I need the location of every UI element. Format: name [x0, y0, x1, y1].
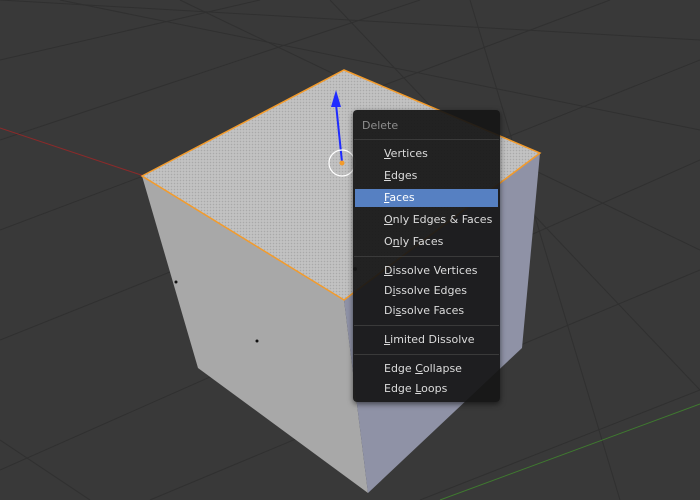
menu-item-label-part: dges — [390, 169, 418, 182]
menu-item-label-part: ly Faces — [399, 235, 444, 248]
menu-item-mnemonic: V — [384, 147, 391, 160]
menu-item-label-part: ertices — [390, 147, 428, 160]
vertex-dot — [255, 339, 259, 343]
menu-item-mnemonic: O — [384, 213, 393, 226]
menu-item-edges[interactable]: Edges — [355, 167, 498, 185]
pivot-point-icon — [339, 160, 345, 166]
menu-item-label-part: Edge — [384, 382, 416, 395]
menu-item-label-part: Di — [384, 304, 396, 317]
menu-item-mnemonic: n — [392, 235, 400, 248]
menu-title: Delete — [362, 119, 399, 132]
menu-item-label-part: ollapse — [422, 362, 462, 375]
menu-item-label-part: oops — [421, 382, 448, 395]
delete-menu: Delete Vertices Edges Faces Only Edges & Fa… — [353, 110, 500, 402]
menu-item-label-part: nly Edges & Faces — [392, 213, 493, 226]
menu-item-limited-dissolve[interactable]: Limited Dissolve — [355, 331, 498, 349]
menu-item-label-part: imited Dissolve — [390, 333, 475, 346]
menu-item-label-part: Edge — [384, 362, 416, 375]
menu-separator — [354, 256, 499, 257]
3d-viewport[interactable] — [0, 0, 700, 500]
menu-separator — [354, 139, 499, 140]
menu-item-label-part: ssolve Edges — [395, 284, 467, 297]
vertex-dot — [174, 280, 178, 284]
y-axis-line — [439, 403, 700, 500]
menu-item-vertices[interactable]: Vertices — [355, 145, 498, 163]
menu-separator — [354, 325, 499, 326]
menu-item-faces[interactable]: Faces — [355, 189, 498, 207]
menu-item-dissolve-edges[interactable]: Dissolve Edges — [355, 282, 498, 300]
menu-item-label-part: issolve Vertices — [392, 264, 478, 277]
menu-separator — [354, 354, 499, 355]
menu-item-only-faces[interactable]: Only Faces — [355, 233, 498, 251]
menu-item-only-edges-and-faces[interactable]: Only Edges & Faces — [355, 211, 498, 229]
menu-item-mnemonic: C — [415, 362, 423, 375]
menu-item-dissolve-vertices[interactable]: Dissolve Vertices — [355, 262, 498, 280]
menu-item-mnemonic: E — [384, 169, 391, 182]
menu-item-edge-loops[interactable]: Edge Loops — [355, 380, 498, 398]
menu-item-label-part: solve Faces — [401, 304, 465, 317]
menu-item-edge-collapse[interactable]: Edge Collapse — [355, 360, 498, 378]
menu-item-dissolve-faces[interactable]: Dissolve Faces — [355, 302, 498, 320]
menu-item-label-part: aces — [389, 191, 415, 204]
menu-item-label-part: O — [384, 235, 393, 248]
